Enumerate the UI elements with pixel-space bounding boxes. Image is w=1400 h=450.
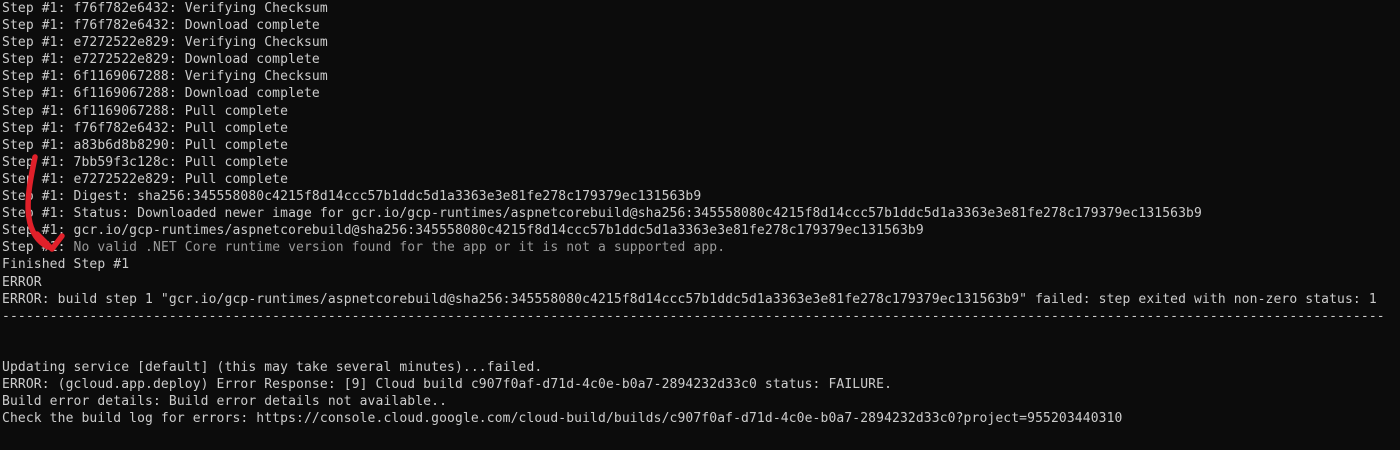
terminal-line-error: ERROR [2,274,42,290]
terminal-window[interactable]: Step #1: f76f782e6432: Verifying Checksu… [0,0,1400,450]
terminal-line-image: Step #1: gcr.io/gcp-runtimes/aspnetcoreb… [2,223,924,239]
terminal-line-build-log: Check the build log for errors: https://… [2,411,1123,427]
terminal-line: Step #1: f76f782e6432: Download complete [2,18,320,34]
terminal-line-build-details: Build error details: Build error details… [2,394,448,410]
terminal-line-updating-service: Updating service [default] (this may tak… [2,359,543,375]
terminal-line: Step #1: a83b6d8b8290: Pull complete [2,137,289,153]
terminal-line: Step #1: e7272522e829: Pull complete [2,171,289,187]
terminal-line-deploy-error: ERROR: (gcloud.app.deploy) Error Respons… [2,377,893,393]
terminal-line: Step #1: 6f1169067288: Verifying Checksu… [2,69,328,85]
terminal-line: Step #1: f76f782e6432: Verifying Checksu… [2,1,328,16]
terminal-divider: ----------------------------------------… [2,308,1385,324]
terminal-line: Step #1: 6f1169067288: Download complete [2,86,320,102]
line-prefix: Step #1: [2,240,74,256]
terminal-line-build-step-error: ERROR: build step 1 "gcr.io/gcp-runtimes… [2,291,1377,307]
terminal-output: Step #1: f76f782e6432: Verifying Checksu… [2,0,1385,427]
terminal-line: Step #1: e7272522e829: Verifying Checksu… [2,35,328,51]
terminal-line-status: Step #1: Status: Downloaded newer image … [2,206,1202,222]
terminal-line: Step #1: e7272522e829: Download complete [2,52,320,68]
terminal-line: Step #1: 7bb59f3c128c: Pull complete [2,154,289,170]
terminal-line: Step #1: f76f782e6432: Pull complete [2,120,289,136]
terminal-line-finished: Finished Step #1 [2,257,130,273]
error-message-text: No valid .NET Core runtime version found… [73,240,726,256]
terminal-line: Step #1: 6f1169067288: Pull complete [2,103,289,119]
terminal-line-error-message: Step #1: No valid .NET Core runtime vers… [2,239,1385,256]
terminal-line-digest: Step #1: Digest: sha256:345558080c4215f8… [2,189,702,205]
